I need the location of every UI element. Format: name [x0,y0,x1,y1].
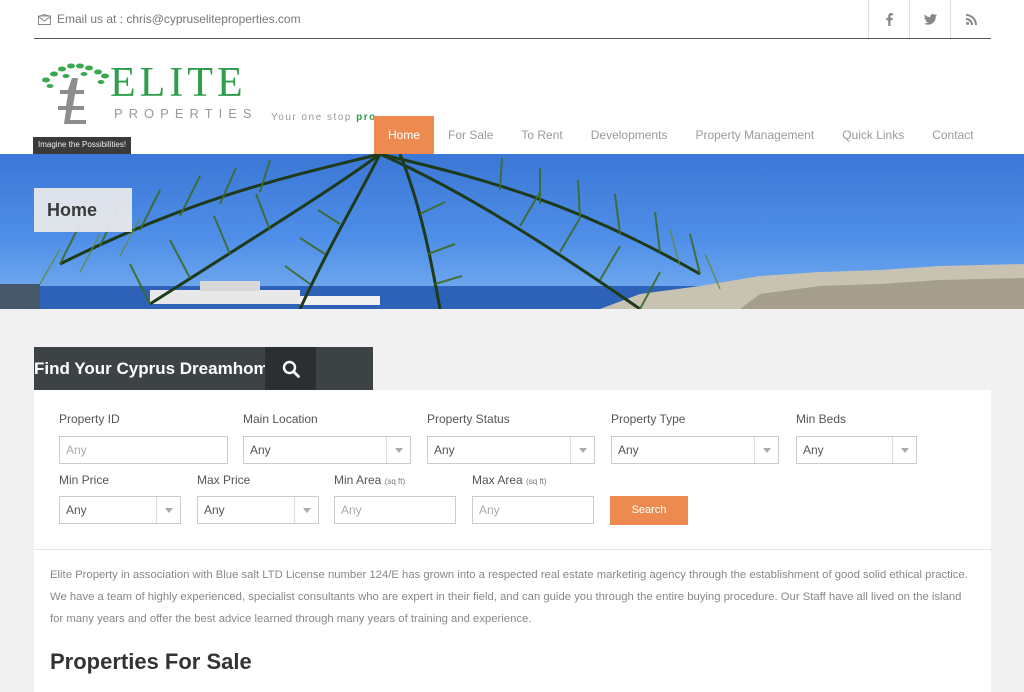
max-area-label: Max Area (sq ft) [472,473,547,487]
nav-item-home[interactable]: Home [374,116,435,154]
imagine-badge: Imagine the Possibilities! [33,137,132,154]
max-area-label-text: Max Area [472,473,523,487]
search-panel: Property ID Main Location Property Statu… [34,390,991,550]
envelope-icon [38,13,51,25]
min-price-value: Any [66,503,87,517]
max-area-input[interactable]: Any [472,496,594,524]
nav-item-developments[interactable]: Developments [577,116,682,154]
min-price-select[interactable]: Any [59,496,181,524]
properties-heading: Properties For Sale [50,649,252,674]
rss-icon[interactable] [950,0,991,38]
hero-banner: Home [0,154,1024,309]
max-price-select[interactable]: Any [197,496,319,524]
intro-paragraph: Elite Property in association with Blue … [50,569,968,625]
logo-main-text: ELITE [110,60,247,106]
min-area-label-text: Min Area [334,473,382,487]
social-links [868,0,991,38]
logo-sub-text: PROPERTIES [114,106,258,121]
search-heading: Find Your Cyprus Dreamhome [34,359,279,378]
search-button[interactable]: Search [610,496,688,525]
facebook-icon[interactable] [868,0,909,38]
min-area-label: Min Area (sq ft) [334,473,405,487]
top-bar: Email us at : chris@cypruselitepropertie… [34,0,991,39]
nav-item-to-rent[interactable]: To Rent [507,116,576,154]
chevron-down-icon [754,437,778,463]
property-status-select[interactable]: Any [427,436,595,464]
max-area-unit: (sq ft) [526,477,547,486]
main-nav: Home For Sale To Rent Developments Prope… [374,116,988,154]
nav-item-for-sale[interactable]: For Sale [434,116,507,154]
max-price-value: Any [204,503,225,517]
logo-tagline: Your one stop pro [271,112,377,123]
property-id-label: Property ID [59,412,120,426]
min-area-unit: (sq ft) [384,477,406,486]
chevron-down-icon [570,437,594,463]
property-type-select[interactable]: Any [611,436,779,464]
main-content: Elite Property in association with Blue … [34,550,991,692]
search-icon[interactable] [265,347,316,390]
site-logo[interactable]: ELITE PROPERTIES [38,60,278,130]
property-id-input[interactable]: Any [59,436,228,464]
min-beds-value: Any [803,443,824,457]
chevron-down-icon [294,497,318,523]
twitter-icon[interactable] [909,0,950,38]
main-location-value: Any [250,443,271,457]
max-price-label: Max Price [197,473,251,487]
chevron-down-icon [892,437,916,463]
search-header: Find Your Cyprus Dreamhome [34,347,373,390]
nav-item-quick-links[interactable]: Quick Links [828,116,918,154]
property-status-label: Property Status [427,412,510,426]
nav-item-contact[interactable]: Contact [918,116,987,154]
main-location-label: Main Location [243,412,318,426]
chevron-down-icon [156,497,180,523]
main-location-select[interactable]: Any [243,436,411,464]
chevron-down-icon [386,437,410,463]
email-text: Email us at : chris@cypruselitepropertie… [57,12,301,26]
min-beds-label: Min Beds [796,412,847,426]
min-area-input[interactable]: Any [334,496,456,524]
page-title: Home [34,188,132,232]
property-type-value: Any [618,443,639,457]
min-beds-select[interactable]: Any [796,436,917,464]
palm-harbor-image [0,154,1024,309]
min-price-label: Min Price [59,473,110,487]
tagline-text: Your one stop [271,112,357,123]
property-type-label: Property Type [611,412,686,426]
nav-item-property-management[interactable]: Property Management [681,116,828,154]
property-status-value: Any [434,443,455,457]
email-contact[interactable]: Email us at : chris@cypruselitepropertie… [38,12,301,26]
